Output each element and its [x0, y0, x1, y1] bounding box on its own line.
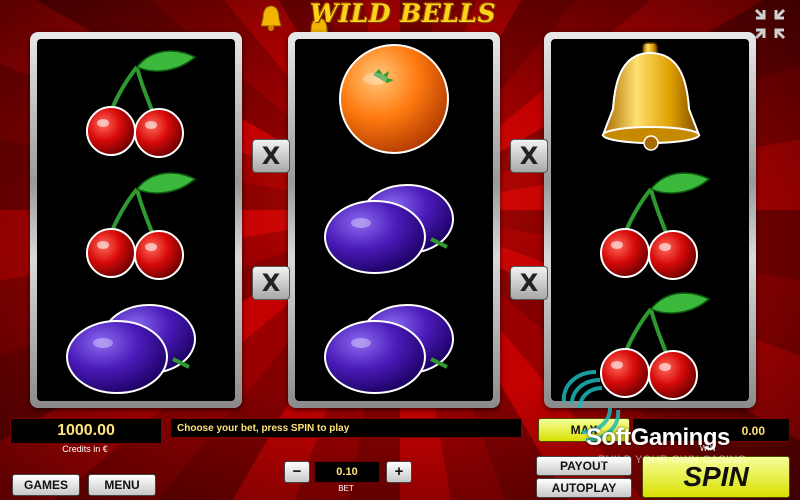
plum-icon	[323, 183, 455, 275]
multiplier-box: X	[510, 139, 548, 173]
reel-2	[288, 32, 500, 408]
reel-window	[295, 39, 493, 401]
bell-icon	[602, 42, 700, 151]
win-display: 0.00	[632, 418, 790, 442]
bet-label: BET	[338, 484, 354, 493]
fullscreen-toggle-icon[interactable]	[752, 6, 788, 42]
payout-button[interactable]: PAYOUT	[536, 456, 632, 476]
max-bet-button[interactable]: MAX	[538, 418, 630, 442]
game-title: WILD BELLS	[310, 0, 497, 28]
status-message: Choose your bet, press SPIN to play	[170, 418, 522, 438]
plum-icon	[65, 303, 197, 395]
logo-bell-icon	[260, 5, 282, 31]
credits-label: Credits in €	[62, 444, 108, 454]
orange-icon	[339, 44, 449, 154]
reel-window	[551, 39, 749, 401]
multiplier-box: X	[510, 266, 548, 300]
win-label: WIN	[700, 444, 716, 453]
bet-value: 0.10	[314, 461, 380, 483]
multiplier-box: X	[252, 266, 290, 300]
spin-button[interactable]: SPIN	[642, 456, 790, 498]
cherry-icon	[85, 49, 197, 159]
bet-increase-button[interactable]: +	[386, 461, 412, 483]
reel-window	[37, 39, 235, 401]
plum-icon	[323, 303, 455, 395]
cherry-icon	[599, 291, 711, 401]
menu-button[interactable]: MENU	[88, 474, 156, 496]
credits-display: 1000.00	[10, 418, 162, 444]
reel-3	[544, 32, 756, 408]
cherry-icon	[599, 171, 711, 281]
cherry-icon	[85, 171, 197, 281]
reel-1	[30, 32, 242, 408]
games-button[interactable]: GAMES	[12, 474, 80, 496]
bet-decrease-button[interactable]: −	[284, 461, 310, 483]
autoplay-button[interactable]: AUTOPLAY	[536, 478, 632, 498]
multiplier-box: X	[252, 139, 290, 173]
